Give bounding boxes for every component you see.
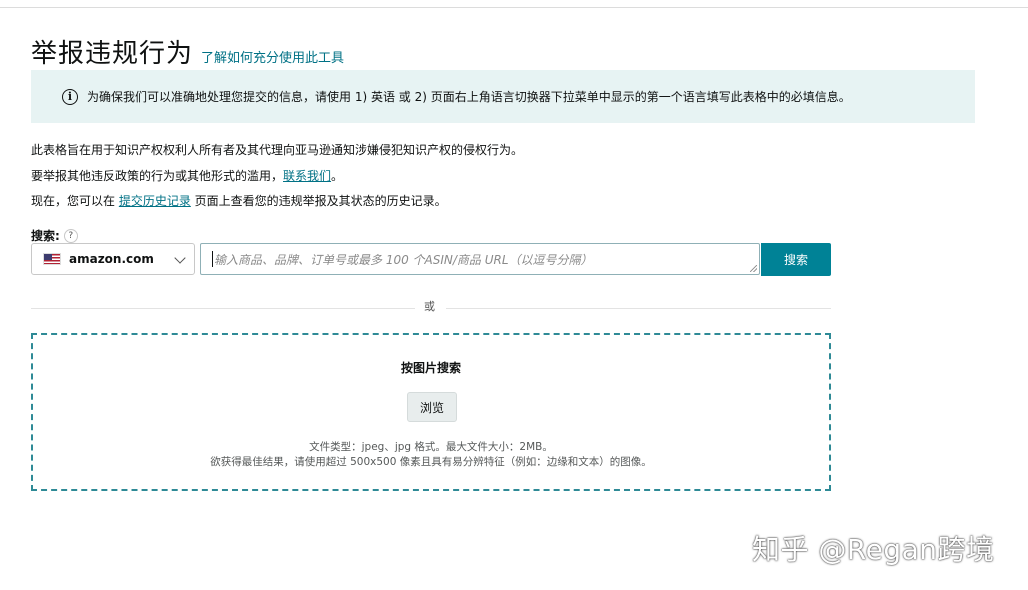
marketplace-value: amazon.com — [69, 252, 154, 266]
info-banner: i 为确保我们可以准确地处理您提交的信息，请使用 1) 英语 或 2) 页面右上… — [31, 70, 975, 123]
image-search-title: 按图片搜索 — [400, 361, 461, 375]
search-placeholder: 输入商品、品牌、订单号或最多 100 个ASIN/商品 URL（以逗号分隔） — [214, 252, 593, 267]
description-text-3-suffix: 页面上查看您的违规举报及其状态的历史记录。 — [190, 194, 447, 208]
description-line-2: 要举报其他违反政策的行为或其他形式的滥用，联系我们。 — [31, 167, 343, 184]
browse-button[interactable]: 浏览 — [407, 392, 457, 422]
page-header: 举报违规行为 了解如何充分使用此工具 — [31, 33, 344, 70]
help-link[interactable]: 了解如何充分使用此工具 — [201, 47, 344, 66]
description-text-1: 此表格旨在用于知识产权权利人所有者及其代理向亚马逊通知涉嫌侵犯知识产权的侵权行为… — [31, 143, 524, 157]
text-caret — [212, 251, 213, 267]
description-line-3: 现在，您可以在 提交历史记录 页面上查看您的违规举报及其状态的历史记录。 — [31, 192, 447, 209]
us-flag-icon — [43, 253, 61, 265]
chevron-down-icon — [174, 252, 186, 264]
or-divider-text: 或 — [424, 300, 435, 313]
file-type-hint: 文件类型：jpeg、jpg 格式。最大文件大小：2MB。 — [309, 441, 553, 453]
watermark: 知乎 @Regan跨境 — [752, 533, 995, 566]
image-quality-hint: 欲获得最佳结果，请使用超过 500x500 像素且具有易分辨特征（例如：边缘和文… — [210, 456, 652, 468]
help-question-icon[interactable]: ? — [63, 228, 78, 243]
page-title: 举报违规行为 — [31, 39, 194, 69]
description-text-2: 要举报其他违反政策的行为或其他形式的滥用， — [31, 169, 284, 183]
description-text-2-suffix: 。 — [331, 169, 344, 183]
search-label-text: 搜索: — [31, 229, 60, 243]
description-line-1: 此表格旨在用于知识产权权利人所有者及其代理向亚马逊通知涉嫌侵犯知识产权的侵权行为… — [31, 141, 523, 158]
info-icon: i — [62, 88, 78, 105]
image-dropzone[interactable]: 按图片搜索 浏览 文件类型：jpeg、jpg 格式。最大文件大小：2MB。 欲获… — [31, 333, 831, 491]
divider-right — [446, 308, 831, 309]
search-label: 搜索: ? — [31, 227, 78, 244]
submission-history-link[interactable]: 提交历史记录 — [119, 194, 191, 208]
info-banner-text: 为确保我们可以准确地处理您提交的信息，请使用 1) 英语 或 2) 页面右上角语… — [87, 90, 851, 104]
contact-us-link[interactable]: 联系我们 — [283, 169, 331, 183]
search-input[interactable]: 输入商品、品牌、订单号或最多 100 个ASIN/商品 URL（以逗号分隔） — [200, 243, 760, 275]
marketplace-select[interactable]: amazon.com — [31, 243, 195, 275]
divider-left — [31, 308, 415, 309]
resize-handle-icon[interactable] — [750, 265, 757, 272]
top-divider — [0, 7, 1028, 8]
search-button[interactable]: 搜索 — [761, 243, 831, 276]
description-text-3: 现在，您可以在 — [31, 194, 119, 208]
